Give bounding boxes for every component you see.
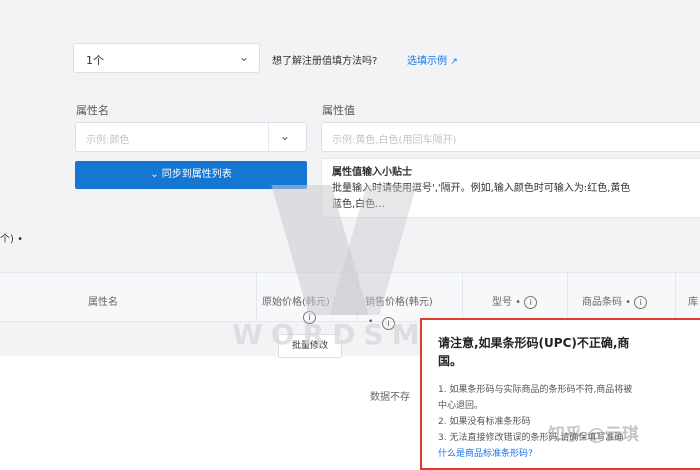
popup-item-1-line1: 1. 如果条形码与实际商品的条形码不符,商品将被 [438,385,633,395]
watermark-overlay: 知乎 @云琪 [548,425,639,445]
th-extra: 库 [688,297,698,308]
th-model-label: 型号 • [492,297,522,308]
chevron-down-icon[interactable]: ⌄ [280,129,290,143]
attr-value-placeholder: 示例:黄色,白色(用回车隔开) [332,135,457,146]
th-barcode-label: 商品条码 • [582,297,632,308]
th-model: 型号 • i [492,293,538,309]
divider [256,273,257,321]
empty-text: 数据不存 [370,392,410,403]
attr-name-label: 属性名 [76,104,109,117]
side-text: 个) • [0,234,23,245]
barcode-warning-popup: 请注意,如果条形码(UPC)不正确,商 国。 1. 如果条形码与实际商品的条形码… [420,318,700,470]
divider [268,123,269,151]
attr-name-placeholder: 示例:颜色 [86,135,130,146]
attr-value-label: 属性值 [322,104,355,117]
question-text: 想了解注册值填方法吗? [272,56,378,67]
tips-title: 属性值输入小贴士 [332,167,412,178]
chevron-down-icon: ⌄ [238,50,249,64]
info-icon[interactable]: i [634,295,648,309]
divider [462,273,463,321]
divider [567,273,568,321]
popup-title-line1: 请注意,如果条形码(UPC)不正确,商 [438,336,630,350]
th-barcode: 商品条码 • i [582,293,648,309]
attr-value-input[interactable]: 示例:黄色,白色(用回车隔开) [321,122,700,152]
sync-button-label: 同步到属性列表 [161,169,232,180]
popup-link[interactable]: 什么是商品标准条形码? [438,446,632,462]
popup-item-1-line2: 中心退回。 [438,401,484,411]
example-link[interactable]: 选填示例 ↗ [407,52,458,67]
count-select[interactable]: 1个 ⌄ [73,43,260,73]
divider [675,273,676,321]
popup-title-line2: 国。 [438,354,463,368]
th-attr-name: 属性名 [88,297,118,308]
count-select-value: 1个 [86,54,104,67]
attr-name-input[interactable]: 示例:颜色 ⌄ [75,122,307,152]
chevron-down-icon: ⌄ [150,169,159,180]
info-icon[interactable]: i [524,295,538,309]
popup-title: 请注意,如果条形码(UPC)不正确,商 国。 [438,334,629,370]
example-link-label: 选填示例 [407,56,447,67]
external-link-icon: ↗ [450,57,458,67]
